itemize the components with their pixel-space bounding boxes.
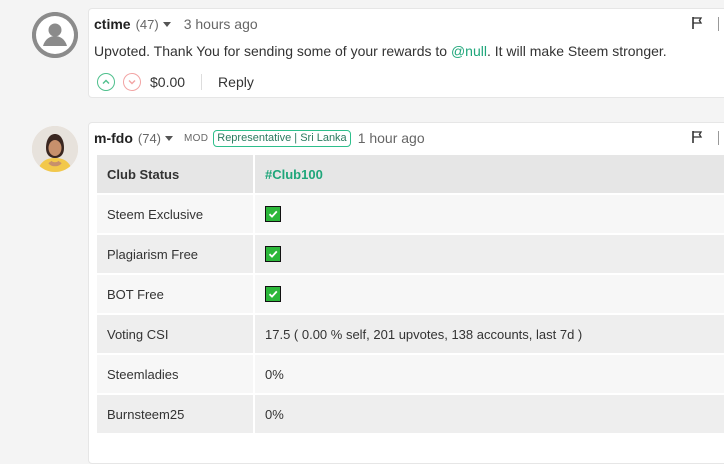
table-row: Plagiarism Free [95, 233, 724, 275]
table-cell-key: Burnsteem25 [95, 393, 255, 435]
payout-value[interactable]: $0.00 [150, 74, 185, 90]
divider [201, 74, 203, 90]
comment-actions: $0.00 Reply [97, 73, 254, 91]
checkbox-checked-icon [265, 246, 281, 263]
table-row: BOT Free [95, 273, 724, 315]
checkbox-checked-icon [265, 286, 281, 303]
table-row: Voting CSI 17.5 ( 0.00 % self, 201 upvot… [95, 313, 724, 355]
table-cell-value: 0% [253, 393, 724, 435]
author-name[interactable]: m-fdo [94, 130, 133, 146]
avatar[interactable] [32, 126, 78, 172]
table-cell-value: 17.5 ( 0.00 % self, 201 upvotes, 138 acc… [253, 313, 724, 355]
user-avatar-icon [32, 12, 78, 58]
community-role-badge: Representative | Sri Lanka [213, 129, 351, 147]
comment-header: ctime (47) 3 hours ago [94, 15, 258, 33]
table-cell-value [253, 233, 724, 275]
table-row: Club Status #Club100 [95, 153, 724, 195]
comment-card: ctime (47) 3 hours ago Upvoted. Thank Yo… [88, 8, 724, 98]
comment-header: m-fdo (74) MOD Representative | Sri Lank… [94, 129, 425, 147]
table-row: Burnsteem25 0% [95, 393, 724, 435]
downvote-button[interactable] [123, 73, 141, 91]
table-cell-key: Steemladies [95, 353, 255, 395]
flag-icon[interactable] [691, 130, 703, 149]
chevron-up-icon [102, 79, 110, 84]
comment-text-suffix: . It will make Steem stronger. [486, 43, 667, 59]
table-cell-key: Voting CSI [95, 313, 255, 355]
profile-photo-icon [32, 126, 78, 172]
mention-link[interactable]: @null [451, 43, 487, 59]
club-status-table: Club Status #Club100 Steem Exclusive Pla… [95, 153, 724, 435]
table-row: Steem Exclusive [95, 193, 724, 235]
comment-time[interactable]: 3 hours ago [184, 16, 258, 32]
comment-card: m-fdo (74) MOD Representative | Sri Lank… [88, 122, 724, 464]
author-name[interactable]: ctime [94, 16, 131, 32]
table-cell-value: #Club100 [253, 153, 724, 195]
upvote-button[interactable] [97, 73, 115, 91]
table-cell-key: Plagiarism Free [95, 233, 255, 275]
card-edge [718, 131, 724, 145]
mod-label: MOD [184, 132, 209, 144]
checkbox-checked-icon [265, 206, 281, 223]
table-cell-value [253, 273, 724, 315]
table-cell-value [253, 193, 724, 235]
comment-body: Upvoted. Thank You for sending some of y… [94, 43, 667, 59]
comment-text: Upvoted. Thank You for sending some of y… [94, 43, 451, 59]
chevron-down-icon [128, 80, 136, 85]
table-cell-value: 0% [253, 353, 724, 395]
table-cell-key: BOT Free [95, 273, 255, 315]
flag-icon[interactable] [691, 16, 703, 35]
author-reputation: (47) [135, 16, 159, 32]
comment-time[interactable]: 1 hour ago [358, 130, 425, 146]
card-edge [718, 17, 724, 31]
table-row: Steemladies 0% [95, 353, 724, 395]
author-menu-caret-icon[interactable] [162, 21, 171, 27]
author-menu-caret-icon[interactable] [165, 135, 174, 141]
reply-button[interactable]: Reply [218, 74, 254, 90]
table-cell-key: Club Status [95, 153, 255, 195]
author-reputation: (74) [137, 130, 162, 146]
club-tag-link[interactable]: #Club100 [265, 167, 323, 182]
avatar[interactable] [32, 12, 78, 58]
table-cell-key: Steem Exclusive [95, 193, 255, 235]
